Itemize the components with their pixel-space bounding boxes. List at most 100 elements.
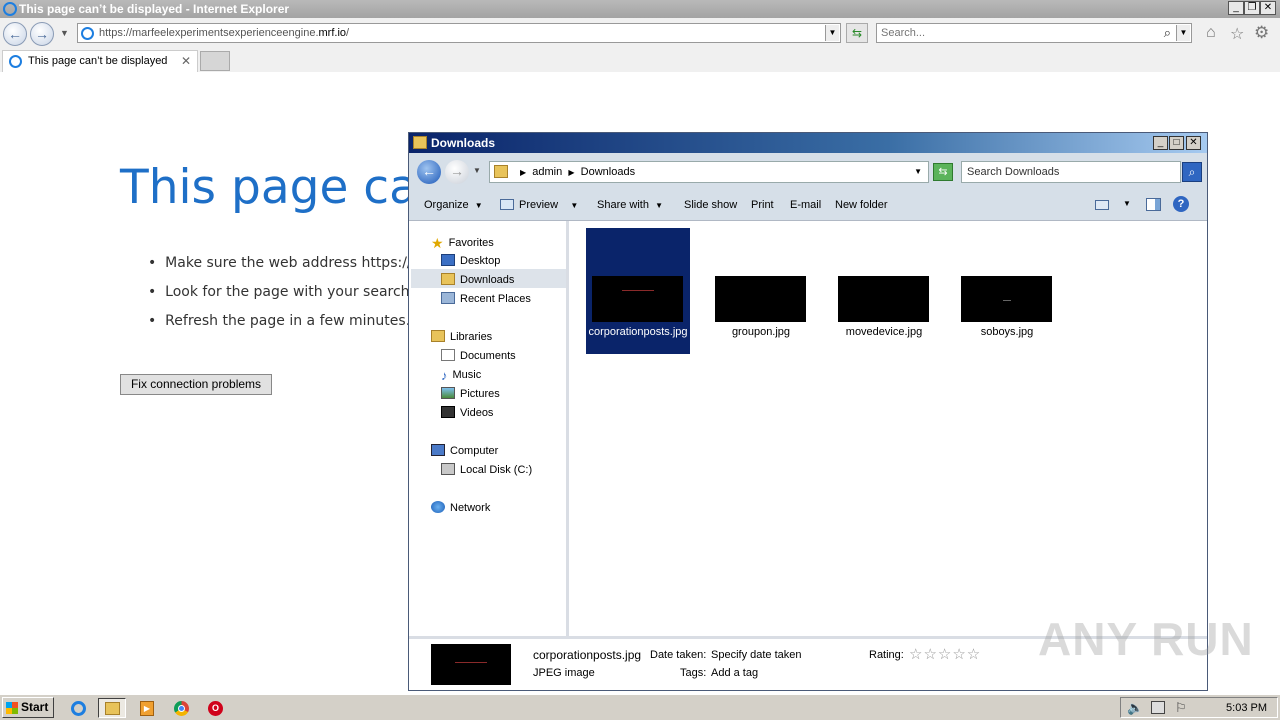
recent-pages-dropdown-icon[interactable]: ▼: [473, 166, 481, 175]
nav-documents[interactable]: Documents: [441, 349, 516, 362]
file-thumbnail: [961, 276, 1052, 322]
rating-stars-icon[interactable]: ☆☆☆☆☆: [909, 645, 981, 663]
minimize-button[interactable]: _: [1228, 1, 1244, 15]
clock[interactable]: 5:03 PM: [1226, 702, 1267, 714]
speaker-icon[interactable]: 🔈: [1127, 700, 1143, 716]
folder-icon: [413, 136, 427, 149]
explorer-back-button[interactable]: ←: [417, 160, 441, 184]
file-name: corporationposts.jpg: [588, 326, 688, 338]
breadcrumb-downloads[interactable]: Downloads: [581, 166, 635, 178]
nav-downloads[interactable]: Downloads: [441, 273, 514, 286]
file-thumbnail: [592, 276, 683, 322]
nav-desktop[interactable]: Desktop: [441, 254, 500, 267]
close-button[interactable]: ✕: [1260, 1, 1276, 15]
libraries-icon: [431, 330, 445, 342]
explorer-maximize-button[interactable]: □: [1169, 136, 1184, 150]
star-icon: ★: [431, 235, 444, 251]
recent-places-icon: [441, 292, 455, 304]
nav-local-disk[interactable]: Local Disk (C:): [441, 463, 532, 476]
details-date-value[interactable]: Specify date taken: [711, 649, 802, 661]
preview-menu[interactable]: Preview ▼: [519, 199, 578, 211]
computer-icon: [431, 444, 445, 456]
help-icon[interactable]: ?: [1173, 196, 1189, 212]
taskbar-chrome-icon[interactable]: [166, 698, 194, 718]
address-url: https://marfeelexperimentsexperienceengi…: [99, 27, 350, 39]
ie-toolbar: ← → ▼ https://marfeelexperimentsexperien…: [0, 18, 1280, 48]
new-tab-button[interactable]: [200, 51, 230, 71]
nav-videos[interactable]: Videos: [441, 406, 493, 419]
email-button[interactable]: E-mail: [790, 199, 821, 211]
preview-icon: [500, 199, 514, 210]
explorer-breadcrumb[interactable]: ▶ admin ▶ Downloads ▼: [489, 161, 929, 183]
bullet-3: • Refresh the page in a few minutes.: [148, 313, 411, 329]
explorer-minimize-button[interactable]: _: [1153, 136, 1168, 150]
taskbar-ie-icon[interactable]: [64, 698, 92, 718]
nav-computer[interactable]: Computer: [431, 444, 498, 457]
breadcrumb-arrow-icon[interactable]: ▶: [568, 168, 574, 177]
tab-label: This page can’t be displayed: [28, 55, 168, 67]
page-icon: [81, 27, 94, 40]
favorites-star-icon[interactable]: ☆: [1230, 24, 1244, 44]
search-dropdown-icon[interactable]: ▼: [1176, 25, 1190, 41]
action-center-flag-icon[interactable]: ⚐: [1175, 700, 1187, 716]
taskbar-media-player-icon[interactable]: ▶: [132, 698, 160, 718]
nav-favorites[interactable]: ★ Favorites: [431, 235, 494, 251]
search-box[interactable]: ⌕ ▼: [876, 23, 1192, 43]
file-item[interactable]: corporationposts.jpg: [586, 228, 690, 354]
file-item[interactable]: soboys.jpg: [955, 228, 1059, 354]
print-button[interactable]: Print: [751, 199, 774, 211]
nav-music[interactable]: ♪ Music: [441, 368, 481, 383]
tab-close-icon[interactable]: ✕: [181, 54, 191, 68]
fix-connection-button[interactable]: Fix connection problems: [120, 374, 272, 395]
start-button[interactable]: Start: [2, 697, 54, 718]
downloads-folder-icon: [441, 273, 455, 285]
share-with-menu[interactable]: Share with ▼: [597, 199, 663, 211]
breadcrumb-admin[interactable]: admin: [532, 166, 562, 178]
breadcrumb-dropdown-icon[interactable]: ▼: [914, 167, 922, 176]
search-icon[interactable]: ⌕: [1164, 25, 1171, 41]
explorer-search-box[interactable]: Search Downloads: [961, 161, 1181, 183]
gear-icon[interactable]: ⚙: [1254, 23, 1269, 43]
nav-network[interactable]: Network: [431, 501, 490, 514]
nav-libraries[interactable]: Libraries: [431, 330, 492, 343]
watermark: ANY RUN: [1038, 613, 1254, 665]
system-tray: 🔈 ⚐ 5:03 PM: [1120, 697, 1278, 718]
nav-pictures[interactable]: Pictures: [441, 387, 500, 400]
file-name: soboys.jpg: [980, 326, 1034, 338]
preview-pane-icon[interactable]: [1146, 198, 1161, 211]
address-bar[interactable]: https://marfeelexperimentsexperienceengi…: [77, 23, 841, 43]
explorer-refresh-button[interactable]: ⇆: [933, 163, 953, 181]
tab-current[interactable]: This page can’t be displayed ✕: [2, 50, 198, 72]
bullet-2: • Look for the page with your search er: [148, 284, 429, 300]
search-input[interactable]: [881, 27, 1161, 39]
details-tags-value[interactable]: Add a tag: [711, 667, 758, 679]
taskbar-explorer-icon[interactable]: [98, 698, 126, 718]
home-icon[interactable]: ⌂: [1206, 24, 1216, 42]
bullet-1: • Make sure the web address https://m: [148, 255, 426, 271]
explorer-search-placeholder: Search Downloads: [967, 166, 1060, 178]
explorer-forward-button[interactable]: →: [445, 160, 469, 184]
refresh-button[interactable]: ⇆: [846, 23, 868, 43]
slide-show-button[interactable]: Slide show: [684, 199, 737, 211]
organize-menu[interactable]: Organize ▼: [424, 199, 483, 211]
explorer-search-icon[interactable]: ⌕: [1182, 162, 1202, 182]
forward-button[interactable]: →: [30, 22, 54, 46]
details-tags-label: Tags:: [680, 667, 707, 679]
desktop-icon: [441, 254, 455, 266]
file-name: groupon.jpg: [731, 326, 791, 338]
new-folder-button[interactable]: New folder: [835, 199, 888, 211]
explorer-close-button[interactable]: ✕: [1186, 136, 1201, 150]
nav-recent-places[interactable]: Recent Places: [441, 292, 531, 305]
view-dropdown-icon[interactable]: ▼: [1123, 199, 1131, 208]
history-dropdown-icon[interactable]: ▼: [60, 28, 69, 38]
details-date-label: Date taken:: [650, 649, 707, 661]
network-tray-icon[interactable]: [1151, 701, 1165, 714]
breadcrumb-arrow-icon[interactable]: ▶: [520, 168, 526, 177]
change-view-icon[interactable]: [1095, 200, 1109, 210]
taskbar-opera-icon[interactable]: O: [200, 698, 228, 718]
address-dropdown-icon[interactable]: ▼: [825, 25, 839, 41]
file-item[interactable]: movedevice.jpg: [832, 228, 936, 354]
file-item[interactable]: groupon.jpg: [709, 228, 813, 354]
restore-button[interactable]: ❐: [1244, 1, 1260, 15]
back-button[interactable]: ←: [3, 22, 27, 46]
